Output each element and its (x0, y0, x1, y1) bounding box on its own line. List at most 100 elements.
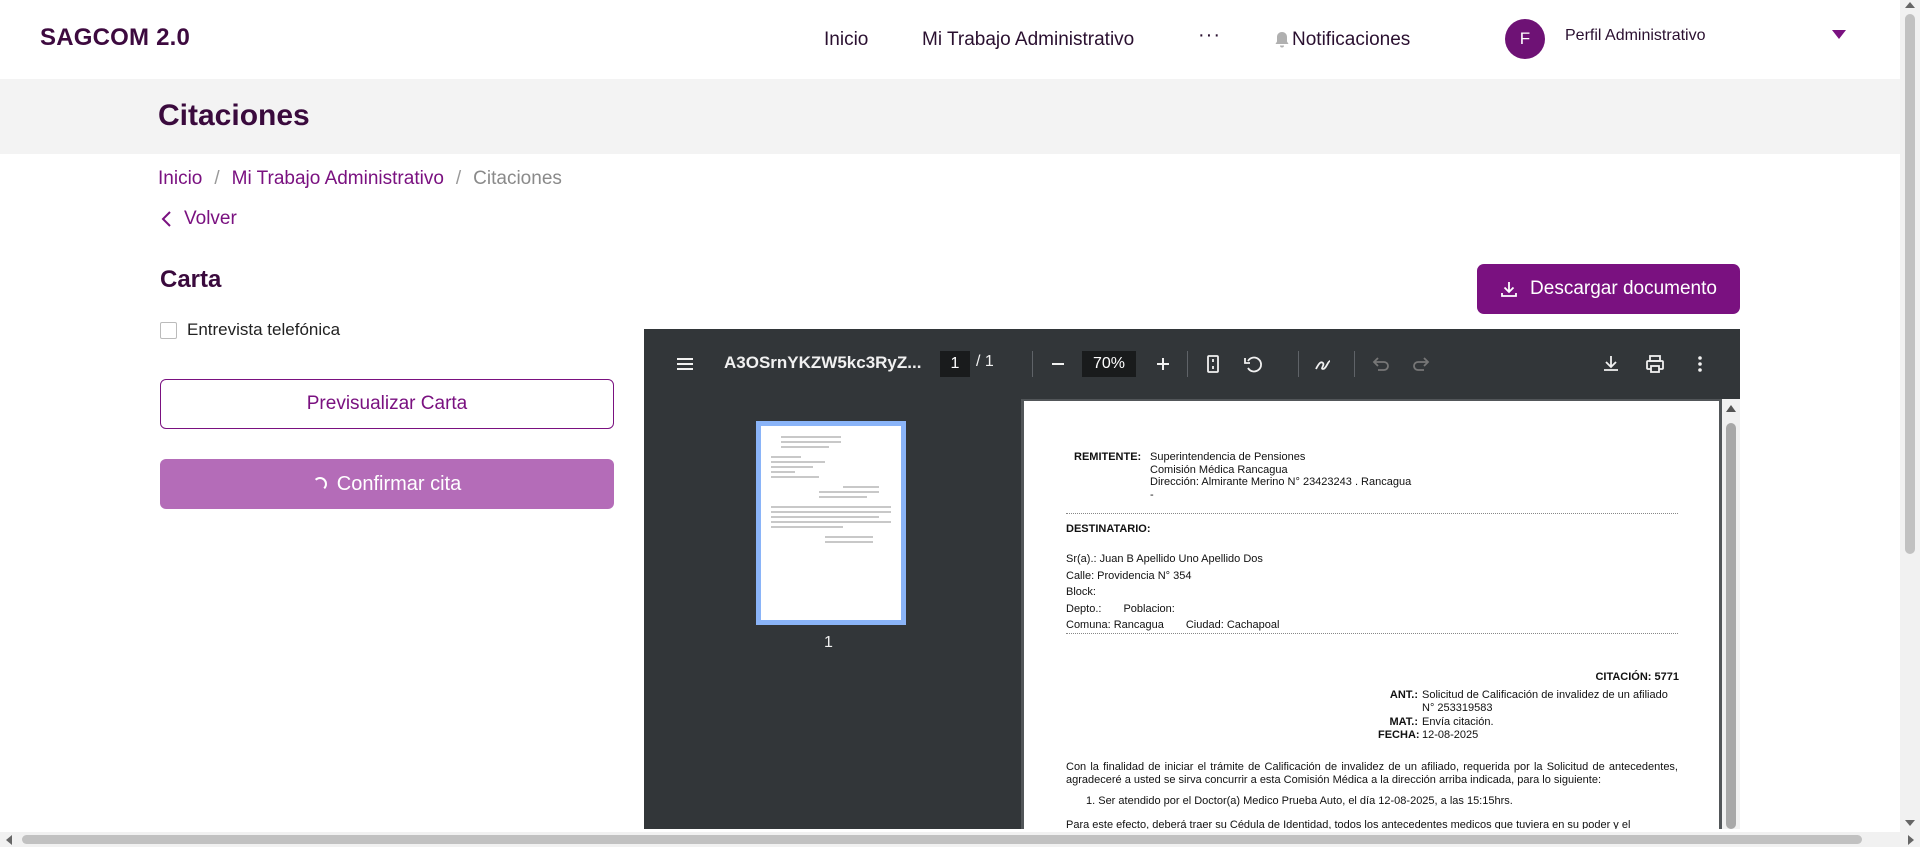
zoom-input[interactable]: 70% (1082, 351, 1136, 377)
more-vert-icon[interactable] (1689, 353, 1711, 375)
toolbar-divider (1032, 351, 1033, 377)
rotate-icon[interactable] (1242, 353, 1264, 375)
pdf-toolbar: A3OSrnYKZW5kc3RyZ... 1 / 1 70% (644, 329, 1740, 399)
thumbnail-sidebar: 1 (644, 399, 1021, 829)
nav-more-menu[interactable]: ··· (1198, 24, 1221, 47)
fit-page-icon[interactable] (1202, 353, 1224, 375)
brand-logo[interactable]: SAGCOM 2.0 (40, 24, 190, 52)
pdf-scroll-thumb[interactable] (1726, 423, 1736, 829)
nav-notificaciones-label: Notificaciones (1292, 29, 1411, 50)
letter-list-item: 1. Ser atendido por el Doctor(a) Medico … (1086, 795, 1513, 807)
breadcrumb-separator: / (214, 168, 220, 189)
letter-paragraph-2: Para este efecto, deberá traer su Cédula… (1066, 819, 1631, 829)
nav-notificaciones[interactable]: Notificaciones (1274, 29, 1410, 51)
ant-label: ANT.: (1389, 689, 1418, 701)
pdf-page: REMITENTE: Superintendencia de Pensiones… (1024, 401, 1719, 829)
page-thumbnail[interactable] (756, 421, 906, 625)
confirm-appointment-button[interactable]: Confirmar cita (160, 459, 614, 509)
pdf-viewer[interactable]: A3OSrnYKZW5kc3RyZ... 1 / 1 70% 1 REMITEN… (644, 329, 1740, 829)
dest-ciudad: Ciudad: Cachapoal (1185, 619, 1280, 632)
plus-icon[interactable] (1152, 353, 1174, 375)
loading-spinner-icon (312, 477, 327, 491)
fecha-row: FECHA: 12-08-2025 (1378, 729, 1677, 742)
avatar[interactable]: F (1505, 19, 1545, 59)
bell-icon (1274, 31, 1290, 49)
entrevista-telefonica-checkbox[interactable] (160, 321, 177, 339)
vertical-scroll-thumb[interactable] (1905, 14, 1915, 554)
back-label: Volver (184, 208, 237, 229)
document-name: A3OSrnYKZW5kc3RyZ... (724, 353, 922, 372)
breadcrumb-separator: / (455, 168, 462, 189)
chevron-down-icon[interactable] (1832, 30, 1846, 39)
ant-value: Solicitud de Calificación de invalidez d… (1422, 689, 1668, 714)
remitente-line: Comisión Médica Rancagua (1150, 463, 1288, 476)
nav-inicio[interactable]: Inicio (824, 29, 868, 51)
dest-comuna: Comuna: Rancagua (1066, 619, 1164, 632)
dest-depto: Depto.: (1066, 602, 1102, 615)
download-icon (1501, 282, 1517, 297)
breadcrumb-inicio[interactable]: Inicio (158, 168, 202, 190)
menu-icon[interactable] (674, 353, 696, 375)
scroll-up-arrow[interactable] (1905, 2, 1915, 8)
scroll-up-arrow[interactable] (1726, 405, 1736, 412)
remitente-label: REMITENTE: (1074, 451, 1142, 463)
download-document-button[interactable]: Descargar documento (1477, 264, 1740, 314)
page-title: Citaciones (158, 99, 310, 132)
toolbar-divider (1354, 351, 1355, 377)
entrevista-telefonica-option[interactable]: Entrevista telefónica (160, 320, 340, 340)
thumbnail-page-number: 1 (824, 634, 833, 651)
pen-icon[interactable] (1313, 353, 1335, 375)
page-header: Citaciones (0, 79, 1900, 154)
back-link[interactable]: Volver (160, 208, 237, 230)
chevron-left-icon (161, 211, 171, 227)
remitente-line: - (1150, 488, 1154, 501)
preview-letter-button[interactable]: Previsualizar Carta (160, 379, 614, 429)
scroll-down-arrow[interactable] (1905, 820, 1915, 826)
nav-mi-trabajo[interactable]: Mi Trabajo Administrativo (922, 29, 1134, 51)
remitente-block: Superintendencia de Pensiones Comisión M… (1150, 451, 1411, 501)
divider (1066, 513, 1678, 514)
top-navbar: SAGCOM 2.0 Inicio Mi Trabajo Administrat… (0, 0, 1900, 79)
remitente-line: Dirección: Almirante Merino N° 23423243 … (1150, 476, 1412, 488)
toolbar-divider (1187, 351, 1188, 377)
page-total: / 1 (976, 353, 994, 370)
destinatario-label: DESTINATARIO: (1066, 523, 1151, 535)
fecha-label: FECHA: (1378, 729, 1420, 741)
pdf-page-area[interactable]: REMITENTE: Superintendencia de Pensiones… (1021, 399, 1740, 829)
dest-calle: Calle: Providencia N° 354 (1066, 569, 1192, 582)
toolbar-divider (1298, 351, 1299, 377)
remitente-line: Superintendencia de Pensiones (1150, 451, 1306, 463)
dest-nombre: Sr(a).: Juan B Apellido Uno Apellido Dos (1066, 553, 1263, 565)
letter-paragraph: Con la finalidad de iniciar el trámite d… (1066, 761, 1678, 786)
download-label: Descargar documento (1530, 278, 1717, 299)
scroll-right-arrow[interactable] (1908, 835, 1914, 845)
citacion-number: CITACIÓN: 5771 (1595, 671, 1679, 683)
minus-icon[interactable] (1047, 353, 1069, 375)
horizontal-scroll-thumb[interactable] (22, 835, 1862, 844)
pdf-scrollbar[interactable] (1722, 399, 1740, 829)
breadcrumb-current: Citaciones (473, 168, 562, 189)
mat-label: MAT.: (1389, 716, 1418, 728)
fecha-value: 12-08-2025 (1422, 729, 1479, 741)
page-horizontal-scrollbar[interactable] (0, 832, 1920, 847)
page-number-input[interactable]: 1 (940, 351, 970, 377)
checkbox-label: Entrevista telefónica (187, 320, 341, 339)
ant-row: ANT.: Solicitud de Calificación de invali… (1378, 689, 1677, 714)
profile-name[interactable]: Perfil Administrativo (1565, 27, 1706, 45)
dest-poblacion: Poblacion: (1123, 602, 1175, 615)
destinatario-block: Sr(a).: Juan B Apellido Uno Apellido Dos… (1066, 551, 1279, 634)
mat-row: MAT.: Envía citación. (1378, 716, 1677, 729)
mat-value: Envía citación. (1422, 716, 1494, 728)
undo-icon[interactable] (1370, 353, 1392, 375)
section-title: Carta (160, 266, 222, 293)
divider (1066, 633, 1678, 634)
confirm-label: Confirmar cita (336, 472, 462, 495)
download-icon[interactable] (1600, 353, 1622, 375)
redo-icon[interactable] (1410, 353, 1432, 375)
breadcrumb: Inicio / Mi Trabajo Administrativo / Cit… (158, 168, 562, 190)
dest-block: Block: (1066, 586, 1096, 599)
print-icon[interactable] (1644, 353, 1666, 375)
page-vertical-scrollbar[interactable] (1900, 0, 1920, 832)
breadcrumb-mi-trabajo[interactable]: Mi Trabajo Administrativo (232, 168, 444, 190)
scroll-left-arrow[interactable] (6, 835, 12, 845)
